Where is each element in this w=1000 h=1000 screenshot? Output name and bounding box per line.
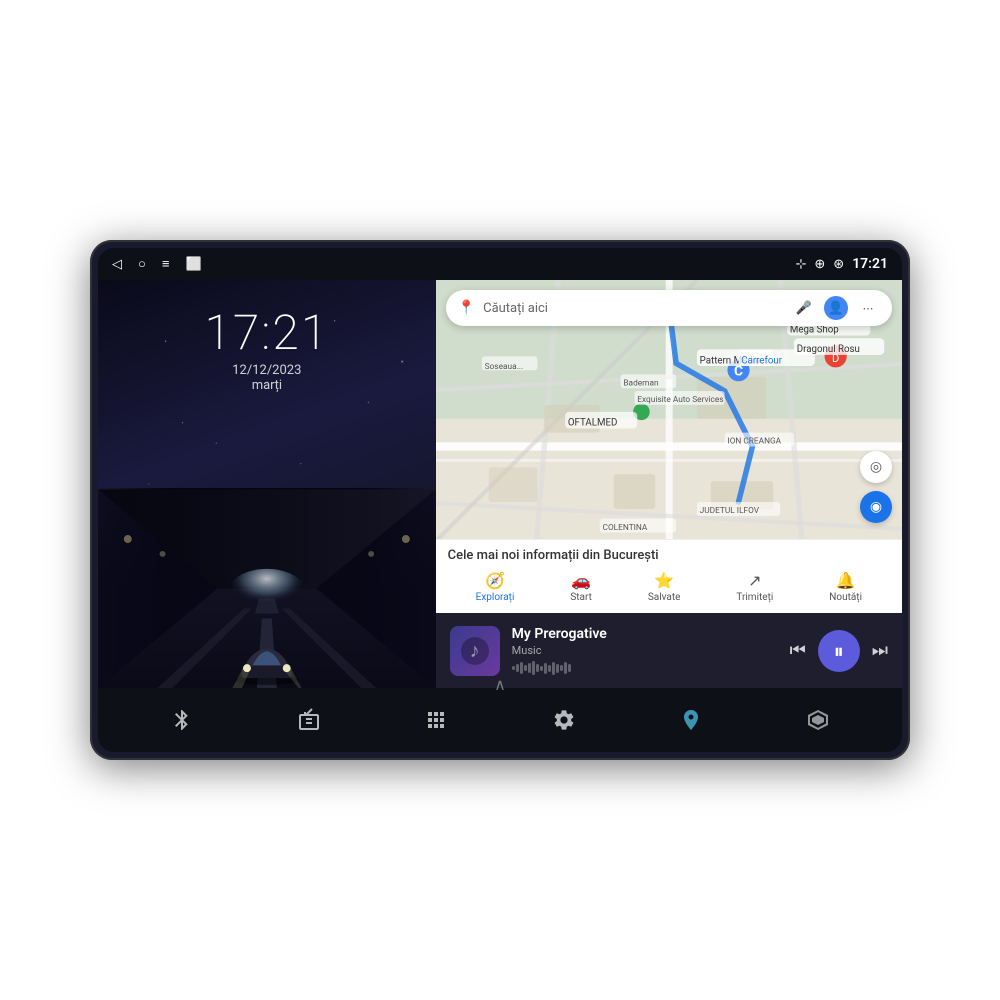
status-bar-nav: ◁ ○ ≡ ⬜ [112, 256, 202, 272]
waveform-bar [564, 662, 567, 674]
clock-date: 12/12/2023 [204, 363, 329, 378]
map-tab-explore[interactable]: 🧭 Explorați [468, 569, 523, 605]
swipe-up-indicator: ∧ [494, 675, 506, 694]
3d-icon [806, 708, 830, 732]
map-tab-start[interactable]: 🚗 Start [562, 569, 600, 605]
map-nav-tabs: 🧭 Explorați 🚗 Start ⭐ Salvate [448, 569, 890, 605]
status-bar-indicators: ⊹ ⊕ ⊛ 17:21 [795, 256, 888, 272]
google-maps-logo-icon: 📍 [458, 300, 475, 316]
clock-display: 17:21 12/12/2023 marți [204, 304, 329, 393]
nav-3d[interactable] [793, 695, 843, 745]
waveform-bar [568, 664, 571, 672]
svg-text:Carrefour: Carrefour [741, 355, 782, 366]
waveform-bar [560, 665, 563, 671]
user-account-icon[interactable]: 👤 [824, 296, 848, 320]
music-waveform [512, 661, 778, 675]
waveform-bar [516, 664, 519, 672]
map-tab-send[interactable]: ↗ Trimiteți [728, 569, 781, 605]
device-screen: ◁ ○ ≡ ⬜ ⊹ ⊕ ⊛ 17:21 17:21 12/12/2023 mar… [98, 248, 902, 752]
waveform-bar [548, 665, 551, 672]
waveform-bar [512, 666, 515, 670]
clock-time: 17:21 [204, 304, 329, 361]
main-content: 17:21 12/12/2023 marți [98, 280, 902, 688]
map-search-bar[interactable]: 📍 Căutați aici 🎤 👤 ⋯ [446, 290, 892, 326]
svg-text:Dragonul Rosu: Dragonul Rosu [796, 344, 859, 355]
status-time: 17:21 [852, 256, 888, 272]
bluetooth-status-icon: ⊹ [795, 257, 806, 272]
voice-search-icon[interactable]: 🎤 [792, 296, 816, 320]
radio-icon [297, 708, 321, 732]
waveform-bar [536, 664, 539, 672]
apps-icon [424, 708, 448, 732]
right-panel: C D Pattern Media Carrefour Dragonul Ros… [436, 280, 902, 688]
map-location-control[interactable]: ◉ [860, 491, 892, 523]
map-tab-news[interactable]: 🔔 Noutăți [821, 569, 870, 605]
svg-text:Mega Shop: Mega Shop [790, 325, 839, 336]
nav-apps[interactable] [411, 695, 461, 745]
waveform-bar [552, 662, 555, 675]
music-album-art: ♪ [450, 626, 500, 676]
recent-icon[interactable]: ⬜ [185, 257, 201, 272]
music-title: My Prerogative [512, 626, 778, 642]
send-icon: ↗ [748, 571, 761, 590]
waveform-bar [540, 666, 543, 671]
nav-maps[interactable] [666, 695, 716, 745]
home-icon[interactable]: ○ [138, 256, 146, 272]
waveform-bar [532, 661, 535, 675]
next-track-button[interactable]: ⏭ [872, 640, 888, 661]
status-bar: ◁ ○ ≡ ⬜ ⊹ ⊕ ⊛ 17:21 [98, 248, 902, 280]
car-tunnel-visual [98, 488, 436, 688]
waveform-bar [524, 665, 527, 671]
svg-text:Soseaua...: Soseaua... [484, 362, 523, 372]
maps-nav-icon [679, 708, 703, 732]
tunnel-svg [98, 488, 436, 688]
nav-settings[interactable] [539, 695, 589, 745]
music-controls: ⏮ ⏸ ⏭ [790, 630, 888, 672]
map-layers-control[interactable]: ◎ [860, 451, 892, 483]
waveform-bar [544, 663, 547, 674]
wifi-status-icon: ⊛ [833, 257, 844, 272]
map-tab-saved[interactable]: ⭐ Salvate [640, 569, 689, 605]
map-tab-send-label: Trimiteți [736, 592, 773, 603]
play-pause-button[interactable]: ⏸ [818, 630, 860, 672]
map-search-placeholder[interactable]: Căutați aici [483, 301, 784, 316]
car-head-unit: ◁ ○ ≡ ⬜ ⊹ ⊕ ⊛ 17:21 17:21 12/12/2023 mar… [90, 240, 910, 760]
svg-text:ION CREANGA: ION CREANGA [727, 437, 781, 447]
svg-text:Exquisite Auto Services: Exquisite Auto Services [637, 395, 723, 405]
svg-text:OFTALMED: OFTALMED [568, 418, 617, 429]
map-info-overlay: Cele mai noi informații din București 🧭 … [436, 539, 902, 613]
explore-icon: 🧭 [485, 571, 505, 590]
clock-day: marți [204, 378, 329, 393]
svg-text:JUDETUL ILFOV: JUDETUL ILFOV [699, 506, 759, 516]
map-tab-explore-label: Explorați [476, 592, 515, 603]
previous-track-button[interactable]: ⏮ [790, 640, 806, 661]
map-tab-start-label: Start [570, 592, 592, 603]
map-search-action-icons: 🎤 👤 ⋯ [792, 296, 880, 320]
svg-text:COLENTINA: COLENTINA [602, 523, 647, 533]
map-info-title: Cele mai noi informații din București [448, 548, 890, 563]
more-options-icon[interactable]: ⋯ [856, 296, 880, 320]
nav-radio[interactable] [284, 695, 334, 745]
waveform-bar [556, 664, 559, 673]
menu-icon[interactable]: ≡ [162, 256, 170, 272]
map-tab-saved-label: Salvate [648, 592, 681, 603]
bottom-navigation [98, 688, 902, 752]
back-icon[interactable]: ◁ [112, 257, 122, 272]
start-icon: 🚗 [571, 571, 591, 590]
saved-icon: ⭐ [654, 571, 674, 590]
waveform-bar [520, 662, 523, 674]
left-panel-lockscreen: 17:21 12/12/2023 marți [98, 280, 436, 688]
settings-icon [552, 708, 576, 732]
news-icon: 🔔 [836, 571, 856, 590]
music-info: My Prerogative Music [512, 626, 778, 675]
map-tab-news-label: Noutăți [829, 592, 862, 603]
nav-bluetooth[interactable] [157, 695, 207, 745]
waveform-bar [528, 663, 531, 673]
map-area[interactable]: C D Pattern Media Carrefour Dragonul Ros… [436, 280, 902, 613]
bluetooth-icon [170, 708, 194, 732]
music-artist: Music [512, 644, 778, 657]
svg-text:Bademan: Bademan [623, 378, 659, 388]
location-status-icon: ⊕ [814, 257, 825, 272]
